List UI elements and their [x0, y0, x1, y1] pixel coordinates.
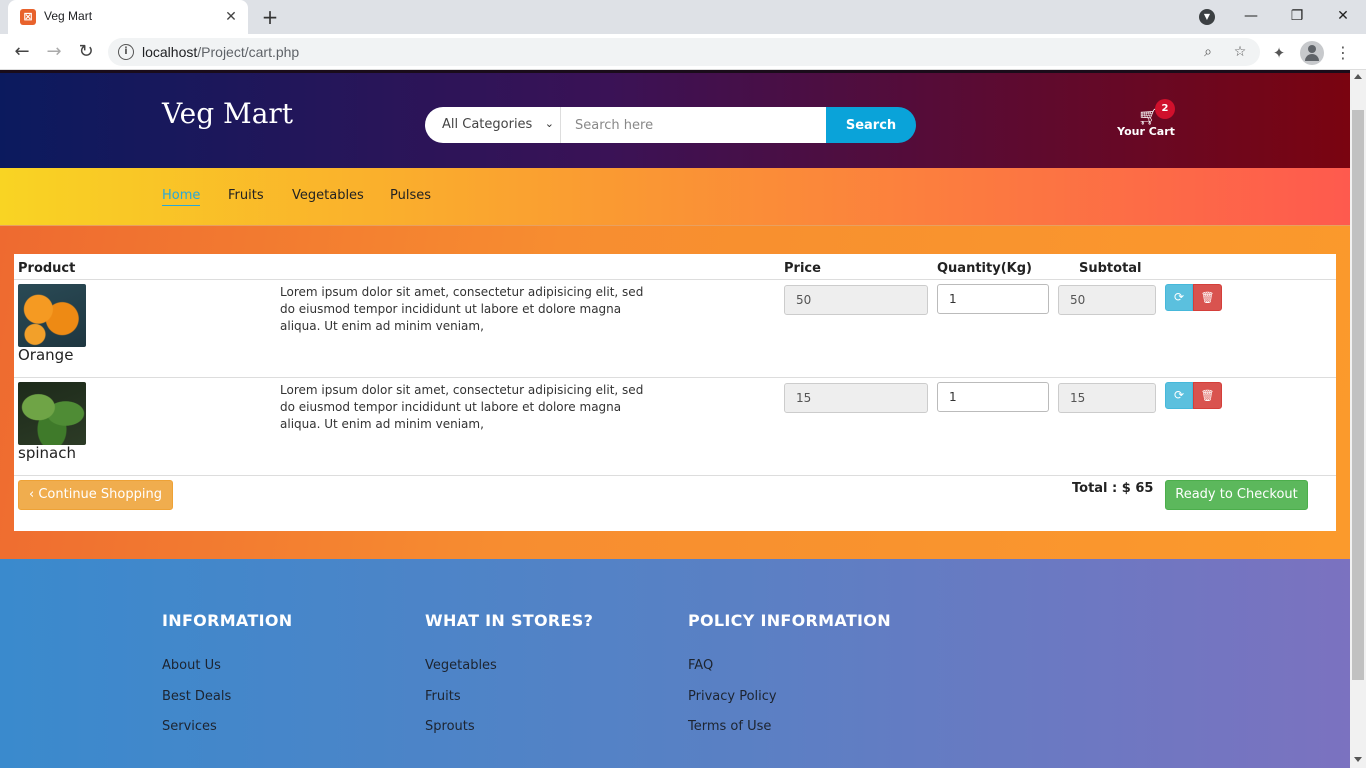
footer-link[interactable]: FAQ — [688, 658, 713, 673]
back-arrow-icon[interactable]: ← — [10, 40, 34, 64]
cart-label: Your Cart — [1117, 125, 1175, 138]
nav-fruits[interactable]: Fruits — [228, 188, 264, 203]
trash-icon: 🗑︎ — [1200, 389, 1215, 402]
site-header: Veg Mart All Categories ⌄ Search 🛒︎ 2 Yo… — [0, 70, 1350, 168]
refresh-icon: ⟳ — [1173, 290, 1185, 304]
header-price: Price — [784, 261, 821, 276]
subtotal-field — [1058, 285, 1156, 315]
product-description: Lorem ipsum dolor sit amet, consectetur … — [280, 285, 644, 333]
header-product: Product — [18, 261, 76, 276]
chevron-down-icon: ⌄ — [544, 117, 554, 130]
header-subtotal: Subtotal — [1079, 261, 1142, 276]
cart-table: Product Price Quantity(Kg) Subtotal Oran… — [14, 254, 1336, 531]
browser-tab[interactable]: ⊠ Veg Mart ✕ — [8, 0, 248, 34]
scroll-thumb[interactable] — [1352, 110, 1364, 680]
category-select[interactable]: All Categories ⌄ — [425, 107, 561, 143]
footer-link[interactable]: Fruits — [425, 689, 461, 704]
refresh-button[interactable]: ⟳ — [1165, 284, 1193, 311]
restore-button[interactable]: ❐ — [1282, 5, 1312, 27]
footer-title: INFORMATION — [162, 611, 293, 630]
cart-count-badge: 2 — [1155, 99, 1175, 119]
nav-home[interactable]: Home — [162, 188, 201, 206]
url-text[interactable]: localhost/Project/cart.php — [142, 44, 299, 60]
price-field — [784, 383, 928, 413]
bookmark-star-icon[interactable]: ☆ — [1230, 42, 1250, 62]
profile-avatar-icon[interactable] — [1300, 41, 1324, 65]
footer-link[interactable]: Services — [162, 719, 217, 734]
page-scrollbar[interactable] — [1350, 70, 1366, 768]
quantity-input[interactable] — [937, 382, 1049, 412]
scroll-down-arrow-icon[interactable] — [1354, 757, 1362, 762]
footer-link[interactable]: Terms of Use — [688, 719, 771, 734]
tab-title: Veg Mart — [44, 9, 93, 23]
cart-total: Total : $ 65 — [1072, 481, 1154, 496]
search-button[interactable]: Search — [826, 107, 916, 143]
product-name: spinach — [18, 444, 76, 462]
reload-icon[interactable]: ↻ — [74, 40, 98, 64]
nav-pulses[interactable]: Pulses — [390, 188, 431, 203]
new-tab-button[interactable]: + — [258, 6, 282, 28]
header-quantity: Quantity(Kg) — [937, 261, 1032, 276]
footer-link[interactable]: Sprouts — [425, 719, 475, 734]
cart-link[interactable]: 🛒︎ 2 Your Cart — [1110, 99, 1182, 141]
search-input[interactable] — [561, 107, 827, 143]
subtotal-field — [1058, 383, 1156, 413]
refresh-button[interactable]: ⟳ — [1165, 382, 1193, 409]
search-bar: All Categories ⌄ Search — [425, 107, 916, 143]
refresh-icon: ⟳ — [1173, 388, 1185, 402]
extensions-icon[interactable]: ✦ — [1268, 42, 1290, 64]
site-footer: INFORMATION About Us Best Deals Services… — [0, 559, 1350, 768]
main-nav: Home Fruits Vegetables Pulses — [0, 168, 1350, 226]
site-logo[interactable]: Veg Mart — [162, 97, 293, 130]
nav-vegetables[interactable]: Vegetables — [292, 188, 364, 203]
footer-link[interactable]: About Us — [162, 658, 221, 673]
menu-kebab-icon[interactable]: ⋮ — [1332, 42, 1354, 64]
xampp-icon: ⊠ — [20, 9, 36, 25]
zoom-icon[interactable]: ⌕ — [1198, 42, 1218, 62]
price-field — [784, 285, 928, 315]
delete-button[interactable]: 🗑︎ — [1193, 284, 1222, 311]
minimize-button[interactable]: — — [1236, 5, 1266, 27]
browser-tab-strip: ⊠ Veg Mart ✕ + ▼ — ❐ ✕ — [0, 0, 1366, 34]
footer-link[interactable]: Best Deals — [162, 689, 231, 704]
checkout-button[interactable]: Ready to Checkout — [1165, 480, 1308, 510]
address-bar[interactable]: i localhost/Project/cart.php ⌕ ☆ — [108, 38, 1260, 66]
trash-icon: 🗑︎ — [1200, 291, 1215, 304]
delete-button[interactable]: 🗑︎ — [1193, 382, 1222, 409]
footer-link[interactable]: Privacy Policy — [688, 689, 777, 704]
forward-arrow-icon[interactable]: → — [42, 40, 66, 64]
footer-title: POLICY INFORMATION — [688, 611, 891, 630]
quantity-input[interactable] — [937, 284, 1049, 314]
divider — [14, 377, 1336, 378]
cart-section: Product Price Quantity(Kg) Subtotal Oran… — [0, 226, 1350, 559]
product-image-orange — [18, 284, 86, 347]
tab-search-icon[interactable]: ▼ — [1199, 9, 1215, 25]
tab-close-icon[interactable]: ✕ — [222, 8, 240, 26]
site-info-icon[interactable]: i — [118, 44, 134, 60]
continue-shopping-button[interactable]: ‹ Continue Shopping — [18, 480, 173, 510]
footer-title: WHAT IN STORES? — [425, 611, 594, 630]
divider — [14, 475, 1336, 476]
divider — [14, 279, 1336, 280]
scroll-up-arrow-icon[interactable] — [1354, 74, 1362, 79]
product-description: Lorem ipsum dolor sit amet, consectetur … — [280, 383, 644, 431]
browser-toolbar: ← → ↻ i localhost/Project/cart.php ⌕ ☆ ✦… — [0, 34, 1366, 70]
product-image-spinach — [18, 382, 86, 445]
page-viewport: Veg Mart All Categories ⌄ Search 🛒︎ 2 Yo… — [0, 70, 1350, 768]
chevron-left-icon: ‹ — [29, 487, 35, 502]
window-close-button[interactable]: ✕ — [1328, 5, 1358, 27]
footer-link[interactable]: Vegetables — [425, 658, 497, 673]
product-name: Orange — [18, 346, 74, 364]
